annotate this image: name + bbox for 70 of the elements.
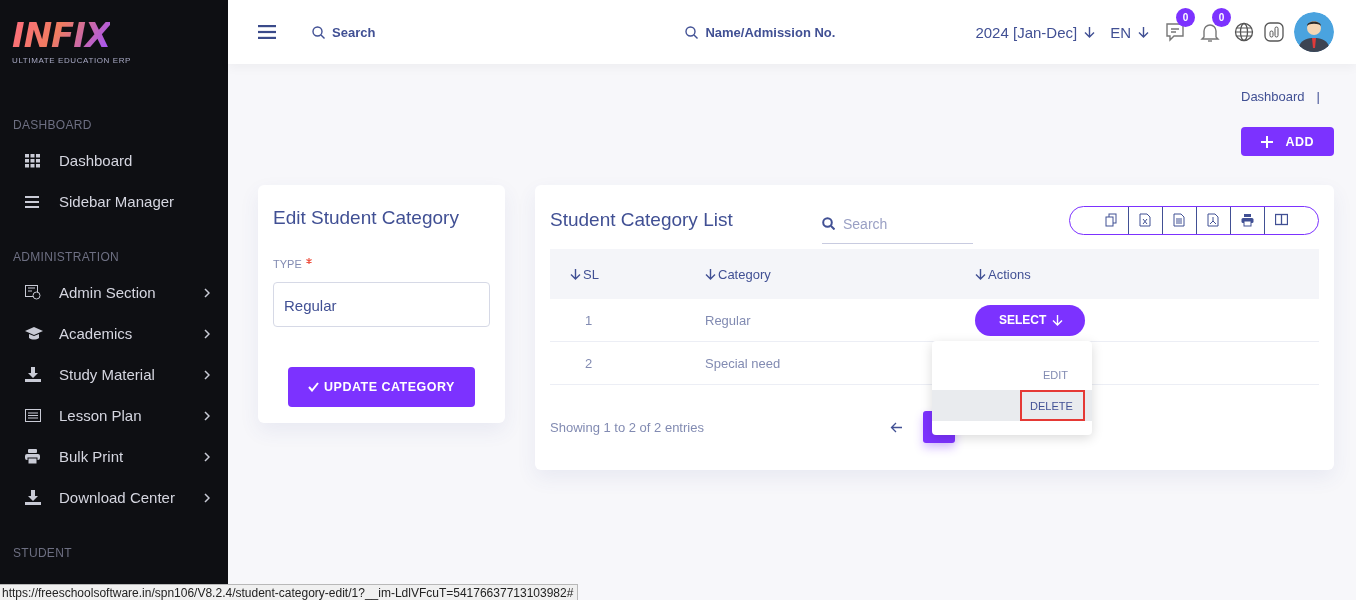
- breadcrumb-separator: |: [1316, 89, 1320, 104]
- count-badge: 0: [1176, 8, 1195, 27]
- menu-item[interactable]: EDIT: [932, 359, 1092, 390]
- student-search-field[interactable]: Name/Admission No.: [685, 24, 836, 40]
- card-title: Student Category List: [550, 209, 734, 231]
- table-cell: 1: [585, 312, 593, 328]
- section-heading: STUDENT: [13, 546, 72, 560]
- table-cell: Special need: [705, 355, 781, 371]
- menu-icon: [25, 195, 39, 208]
- count-badge: 0: [1212, 8, 1231, 27]
- grid-icon: [25, 153, 41, 168]
- search-icon: [685, 25, 699, 39]
- select-button[interactable]: SELECT: [975, 304, 1086, 336]
- table-cell: Regular: [705, 312, 751, 328]
- download-icon: [25, 490, 41, 505]
- card-title: Edit Student Category: [273, 207, 459, 229]
- menu-item[interactable]: DELETE: [1020, 390, 1085, 421]
- check-icon: [308, 382, 320, 392]
- sidebar-item[interactable]: Bulk Print: [0, 436, 228, 477]
- column-header[interactable]: Actions: [975, 266, 1319, 282]
- update-button[interactable]: UPDATE CATEGORY: [288, 367, 475, 407]
- input-field[interactable]: Regular: [273, 282, 490, 327]
- chat-icon[interactable]: [1164, 21, 1186, 43]
- list-board-icon: [25, 409, 41, 422]
- academic-year-select[interactable]: 2024 [Jan-Dec]: [975, 23, 1096, 41]
- search-icon: [312, 25, 325, 39]
- excel-file-icon[interactable]: [1139, 213, 1152, 227]
- sidebar-item[interactable]: Admin Section: [0, 272, 228, 313]
- columns-icon[interactable]: [1275, 213, 1288, 227]
- language-select[interactable]: EN: [1110, 23, 1149, 41]
- printer-icon: [25, 449, 40, 464]
- copy-icon[interactable]: [1105, 213, 1118, 227]
- graduation-cap-icon: [25, 326, 43, 341]
- arrow-down-icon: [1138, 26, 1149, 38]
- plus-icon: [1261, 135, 1274, 148]
- breadcrumb-link[interactable]: Dashboard: [1241, 89, 1305, 104]
- sidebar-item[interactable]: Lesson Plan: [0, 395, 228, 436]
- entries-info: Showing 1 to 2 of 2 entries: [550, 419, 705, 435]
- column-header[interactable]: SL: [550, 266, 705, 282]
- sidebar-item[interactable]: Study Material: [0, 354, 228, 395]
- arrow-down-icon: [570, 268, 581, 280]
- bell-icon[interactable]: [1200, 21, 1220, 43]
- arrow-down-icon: [1052, 314, 1064, 326]
- sidebar-item[interactable]: Academics: [0, 313, 228, 354]
- add-button[interactable]: ADD: [1241, 127, 1334, 156]
- column-header[interactable]: Category: [705, 266, 975, 282]
- section-heading: ADMINISTRATION: [13, 250, 119, 264]
- sidebar-item[interactable]: Sidebar Manager: [0, 181, 228, 222]
- section-heading: DASHBOARD: [13, 118, 92, 132]
- table-cell: 2: [585, 355, 593, 371]
- download-icon: [25, 367, 41, 382]
- sidebar-item[interactable]: Dashboard: [0, 140, 228, 181]
- arrow-down-icon: [705, 268, 716, 280]
- status-url: https://freeschoolsoftware.in/spn106/V8.2.4/student-category-edit/1?__im-LdlVFcuT=54176637713103982#: [0, 584, 579, 600]
- previous-page-icon[interactable]: [890, 421, 903, 433]
- chart-icon[interactable]: [1264, 22, 1284, 42]
- search-field[interactable]: Search: [312, 24, 376, 40]
- menu-icon[interactable]: [258, 25, 276, 39]
- field-label: TYPE: [273, 258, 302, 270]
- form-clock-icon: [25, 285, 41, 300]
- avatar[interactable]: [1294, 12, 1334, 52]
- search-icon: [822, 217, 835, 230]
- sidebar-item[interactable]: Download Center: [0, 477, 228, 518]
- arrow-down-icon: [975, 268, 986, 280]
- document-icon[interactable]: [1173, 213, 1186, 227]
- arrow-down-icon: [1084, 26, 1096, 38]
- globe-icon[interactable]: [1234, 22, 1254, 42]
- logo-tagline: ULTIMATE EDUCATION ERP: [12, 56, 131, 65]
- pdf-file-icon[interactable]: [1207, 213, 1220, 227]
- printer-icon[interactable]: [1241, 213, 1254, 227]
